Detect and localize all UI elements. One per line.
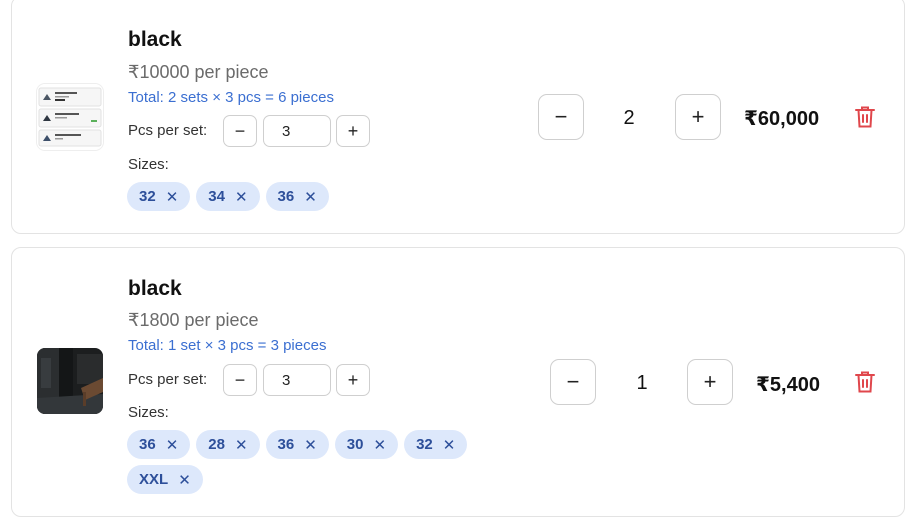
size-chip: 36 ✕ [127, 430, 191, 459]
unit-price: ₹1800 per piece [128, 310, 259, 330]
size-chip: 28 ✕ [196, 430, 260, 459]
size-chip-list: 36 ✕ 28 ✕ 36 ✕ 30 ✕ 32 ✕ XXL ✕ [127, 430, 487, 494]
product-title: black [128, 28, 182, 51]
pcs-per-set-input[interactable] [263, 364, 331, 396]
cart-item-card: black ₹1800 per piece Total: 1 set × 3 p… [11, 247, 905, 517]
close-icon[interactable]: ✕ [166, 436, 179, 454]
size-chip: 32 ✕ [404, 430, 468, 459]
close-icon[interactable]: ✕ [443, 436, 456, 454]
size-chip-list: 32 ✕ 34 ✕ 36 ✕ [127, 182, 487, 211]
size-chip: 34 ✕ [196, 182, 260, 211]
size-chip: 36 ✕ [265, 182, 329, 211]
total-summary: Total: 2 sets × 3 pcs = 6 pieces [128, 89, 334, 106]
close-icon[interactable]: ✕ [235, 436, 248, 454]
quantity-value: 2 [623, 107, 635, 129]
size-chip: 32 ✕ [127, 182, 191, 211]
quantity-value: 1 [636, 372, 648, 394]
trash-icon[interactable] [854, 370, 876, 394]
pcs-decrease-button[interactable]: − [223, 364, 257, 396]
pcs-increase-button[interactable]: + [336, 364, 370, 396]
pcs-per-set-label: Pcs per set: [128, 122, 208, 139]
quantity-increase-button[interactable]: + [675, 94, 721, 140]
close-icon[interactable]: ✕ [178, 471, 191, 489]
close-icon[interactable]: ✕ [235, 188, 248, 206]
close-icon[interactable]: ✕ [304, 188, 317, 206]
product-thumbnail[interactable] [37, 84, 103, 150]
quantity-decrease-button[interactable]: − [538, 94, 584, 140]
pcs-increase-button[interactable]: + [336, 115, 370, 147]
close-icon[interactable]: ✕ [373, 436, 386, 454]
close-icon[interactable]: ✕ [304, 436, 317, 454]
product-title: black [128, 277, 182, 300]
product-thumbnail[interactable] [37, 348, 103, 414]
close-icon[interactable]: ✕ [166, 188, 179, 206]
quantity-increase-button[interactable]: + [687, 359, 733, 405]
line-total: ₹60,000 [744, 108, 820, 130]
pcs-per-set-label: Pcs per set: [128, 371, 208, 388]
total-summary: Total: 1 set × 3 pcs = 3 pieces [128, 337, 327, 354]
sizes-label: Sizes: [128, 404, 169, 421]
cart-item-card: black ₹10000 per piece Total: 2 sets × 3… [11, 0, 905, 234]
pcs-decrease-button[interactable]: − [223, 115, 257, 147]
unit-price: ₹10000 per piece [128, 62, 269, 82]
size-chip: 30 ✕ [334, 430, 399, 459]
line-total: ₹5,400 [756, 374, 820, 396]
pcs-per-set-input[interactable] [263, 115, 331, 147]
trash-icon[interactable] [854, 105, 876, 129]
quantity-decrease-button[interactable]: − [550, 359, 596, 405]
sizes-label: Sizes: [128, 156, 169, 173]
size-chip: 36 ✕ [265, 430, 329, 459]
size-chip: XXL ✕ [127, 465, 203, 494]
